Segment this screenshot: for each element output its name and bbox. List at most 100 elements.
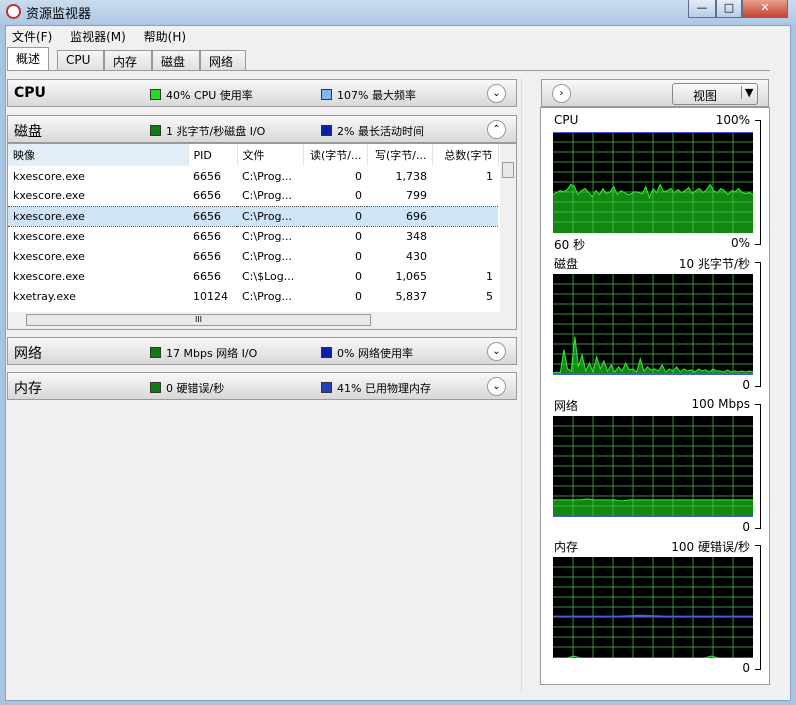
section-cpu[interactable]: CPU 40% CPU 使用率 107% 最大频率 ⌄: [7, 79, 517, 107]
graph-title: CPU: [554, 113, 579, 127]
menu-monitor[interactable]: 监视器(M): [70, 30, 126, 44]
cell-read: 0: [355, 169, 362, 183]
cell-image: kxescore.exe: [13, 269, 85, 283]
table-row[interactable]: kxetray.exe 10124 C:\Prog... 0 5,837 5: [8, 286, 498, 306]
chevron-down-icon[interactable]: ⌄: [487, 342, 506, 361]
cell-read: 0: [355, 269, 362, 283]
cell-total: 1: [486, 169, 493, 183]
section-title: CPU: [14, 85, 46, 101]
table-row[interactable]: kxescore.exe 6656 C:\Prog... 0 430: [8, 246, 498, 266]
tab-overview[interactable]: 概述: [7, 47, 50, 71]
chevron-down-icon[interactable]: ⌄: [487, 377, 506, 396]
scrollbar-thumb[interactable]: III: [26, 314, 371, 326]
graph-scale-bracket: [755, 262, 761, 387]
cpu-max-frequency: 107% 最大频率: [337, 89, 416, 102]
cell-read: 0: [355, 229, 362, 243]
cell-read: 0: [355, 249, 362, 263]
cell-write: 5,837: [395, 289, 428, 303]
cell-file: C:\Prog...: [242, 289, 293, 303]
cell-pid: 6656: [193, 169, 221, 183]
table-row[interactable]: kxescore.exe 6656 C:\Prog... 0 799: [8, 186, 498, 206]
menu-help[interactable]: 帮助(H): [144, 30, 186, 44]
blue-series-line: [553, 614, 753, 618]
cell-write: 348: [406, 229, 427, 243]
cell-total: [432, 226, 498, 246]
maximize-button[interactable]: □: [716, 0, 742, 18]
column-total[interactable]: 总数(字节: [432, 144, 499, 166]
graph-max-label: 10 兆字节/秒: [678, 257, 750, 271]
graph-time-label: 60 秒: [554, 238, 586, 252]
graph-max-label: 100 Mbps: [691, 397, 750, 411]
menu-file[interactable]: 文件(F): [12, 30, 52, 44]
cell-total: [432, 205, 498, 227]
cell-pid: 6656: [193, 189, 221, 203]
cpu-freq-swatch: [321, 89, 332, 100]
cell-total: 5: [486, 289, 493, 303]
network-usage: 0% 网络使用率: [337, 347, 413, 360]
graph-scale-bracket: [755, 120, 761, 245]
cell-pid: 10124: [193, 289, 228, 303]
graph-min-label: 0%: [730, 236, 750, 250]
tab-disk[interactable]: 磁盘: [152, 50, 200, 70]
cell-file: C:\Prog...: [242, 189, 293, 203]
tab-network[interactable]: 网络: [200, 50, 246, 70]
section-disk[interactable]: 磁盘 1 兆字节/秒磁盘 I/O 2% 最长活动时间 ⌃: [7, 115, 517, 143]
section-title: 内存: [14, 381, 42, 397]
column-pid[interactable]: PID: [188, 144, 238, 166]
column-file[interactable]: 文件: [237, 144, 304, 166]
scrollbar-thumb[interactable]: [502, 162, 514, 178]
close-button[interactable]: ✕: [742, 0, 788, 18]
column-image[interactable]: 映像: [8, 144, 189, 166]
tab-cpu[interactable]: CPU: [57, 50, 104, 70]
minimize-button[interactable]: —: [688, 0, 716, 18]
horizontal-scrollbar[interactable]: III: [8, 312, 516, 329]
cell-image: kxescore.exe: [13, 189, 85, 203]
graph-scale-bracket: [755, 404, 761, 529]
cpu-usage: 40% CPU 使用率: [166, 89, 253, 102]
tab-divider: [7, 70, 770, 71]
graph-title: 内存: [554, 540, 579, 554]
section-title: 网络: [14, 346, 42, 362]
cell-read: 0: [355, 189, 362, 203]
memory-used-swatch: [321, 382, 332, 393]
column-write[interactable]: 写(字节/...: [367, 144, 433, 166]
table-row[interactable]: kxescore.exe 6656 C:\Prog... 0 1,738 1: [8, 166, 498, 186]
cell-image: kxescore.exe: [13, 249, 85, 263]
cell-write: 799: [406, 189, 427, 203]
cell-pid: 6656: [193, 249, 221, 263]
cell-pid: 6656: [188, 205, 237, 227]
section-memory[interactable]: 内存 0 硬错误/秒 41% 已用物理内存 ⌄: [7, 372, 517, 400]
disk-io-swatch: [150, 125, 161, 136]
graph-2: [553, 416, 753, 517]
view-button[interactable]: 视图 ▼: [672, 83, 758, 105]
cell-total: 1: [486, 269, 493, 283]
table-row[interactable]: kxescore.exe 6656 C:\$Log... 0 1,065 1: [8, 266, 498, 286]
left-pane-scrollbar[interactable]: [521, 78, 535, 693]
net-usage-swatch: [321, 347, 332, 358]
right-pane-scrollbar[interactable]: [775, 78, 789, 693]
graph-1: [553, 274, 753, 375]
cell-image: kxescore.exe: [13, 169, 85, 183]
cell-image: kxetray.exe: [13, 289, 76, 303]
tab-memory[interactable]: 内存: [104, 50, 152, 70]
table-row[interactable]: kxescore.exe 6656 C:\Prog... 0 348: [8, 226, 498, 246]
dropdown-arrow-icon[interactable]: ▼: [741, 86, 753, 99]
disk-io: 1 兆字节/秒磁盘 I/O: [166, 125, 266, 138]
chevron-down-icon[interactable]: ⌄: [487, 84, 506, 103]
section-network[interactable]: 网络 17 Mbps 网络 I/O 0% 网络使用率 ⌄: [7, 337, 517, 365]
vertical-scrollbar[interactable]: [500, 144, 516, 312]
graph-title: 网络: [554, 399, 579, 413]
graph-max-label: 100%: [715, 113, 750, 127]
cell-write: 1,738: [395, 169, 428, 183]
graph-min-label: 0: [742, 378, 750, 392]
cell-image: kxescore.exe: [13, 229, 85, 243]
network-io: 17 Mbps 网络 I/O: [166, 347, 258, 360]
graph-min-label: 0: [742, 520, 750, 534]
table-row[interactable]: kxescore.exe 6656 C:\Prog... 0 696: [8, 205, 498, 227]
graph-max-label: 100 硬错误/秒: [671, 540, 750, 554]
chevron-right-icon[interactable]: ›: [552, 84, 571, 103]
net-io-swatch: [150, 347, 161, 358]
graph-0: [553, 132, 753, 233]
column-read[interactable]: 读(字节/...: [303, 144, 368, 166]
chevron-up-icon[interactable]: ⌃: [487, 120, 506, 139]
